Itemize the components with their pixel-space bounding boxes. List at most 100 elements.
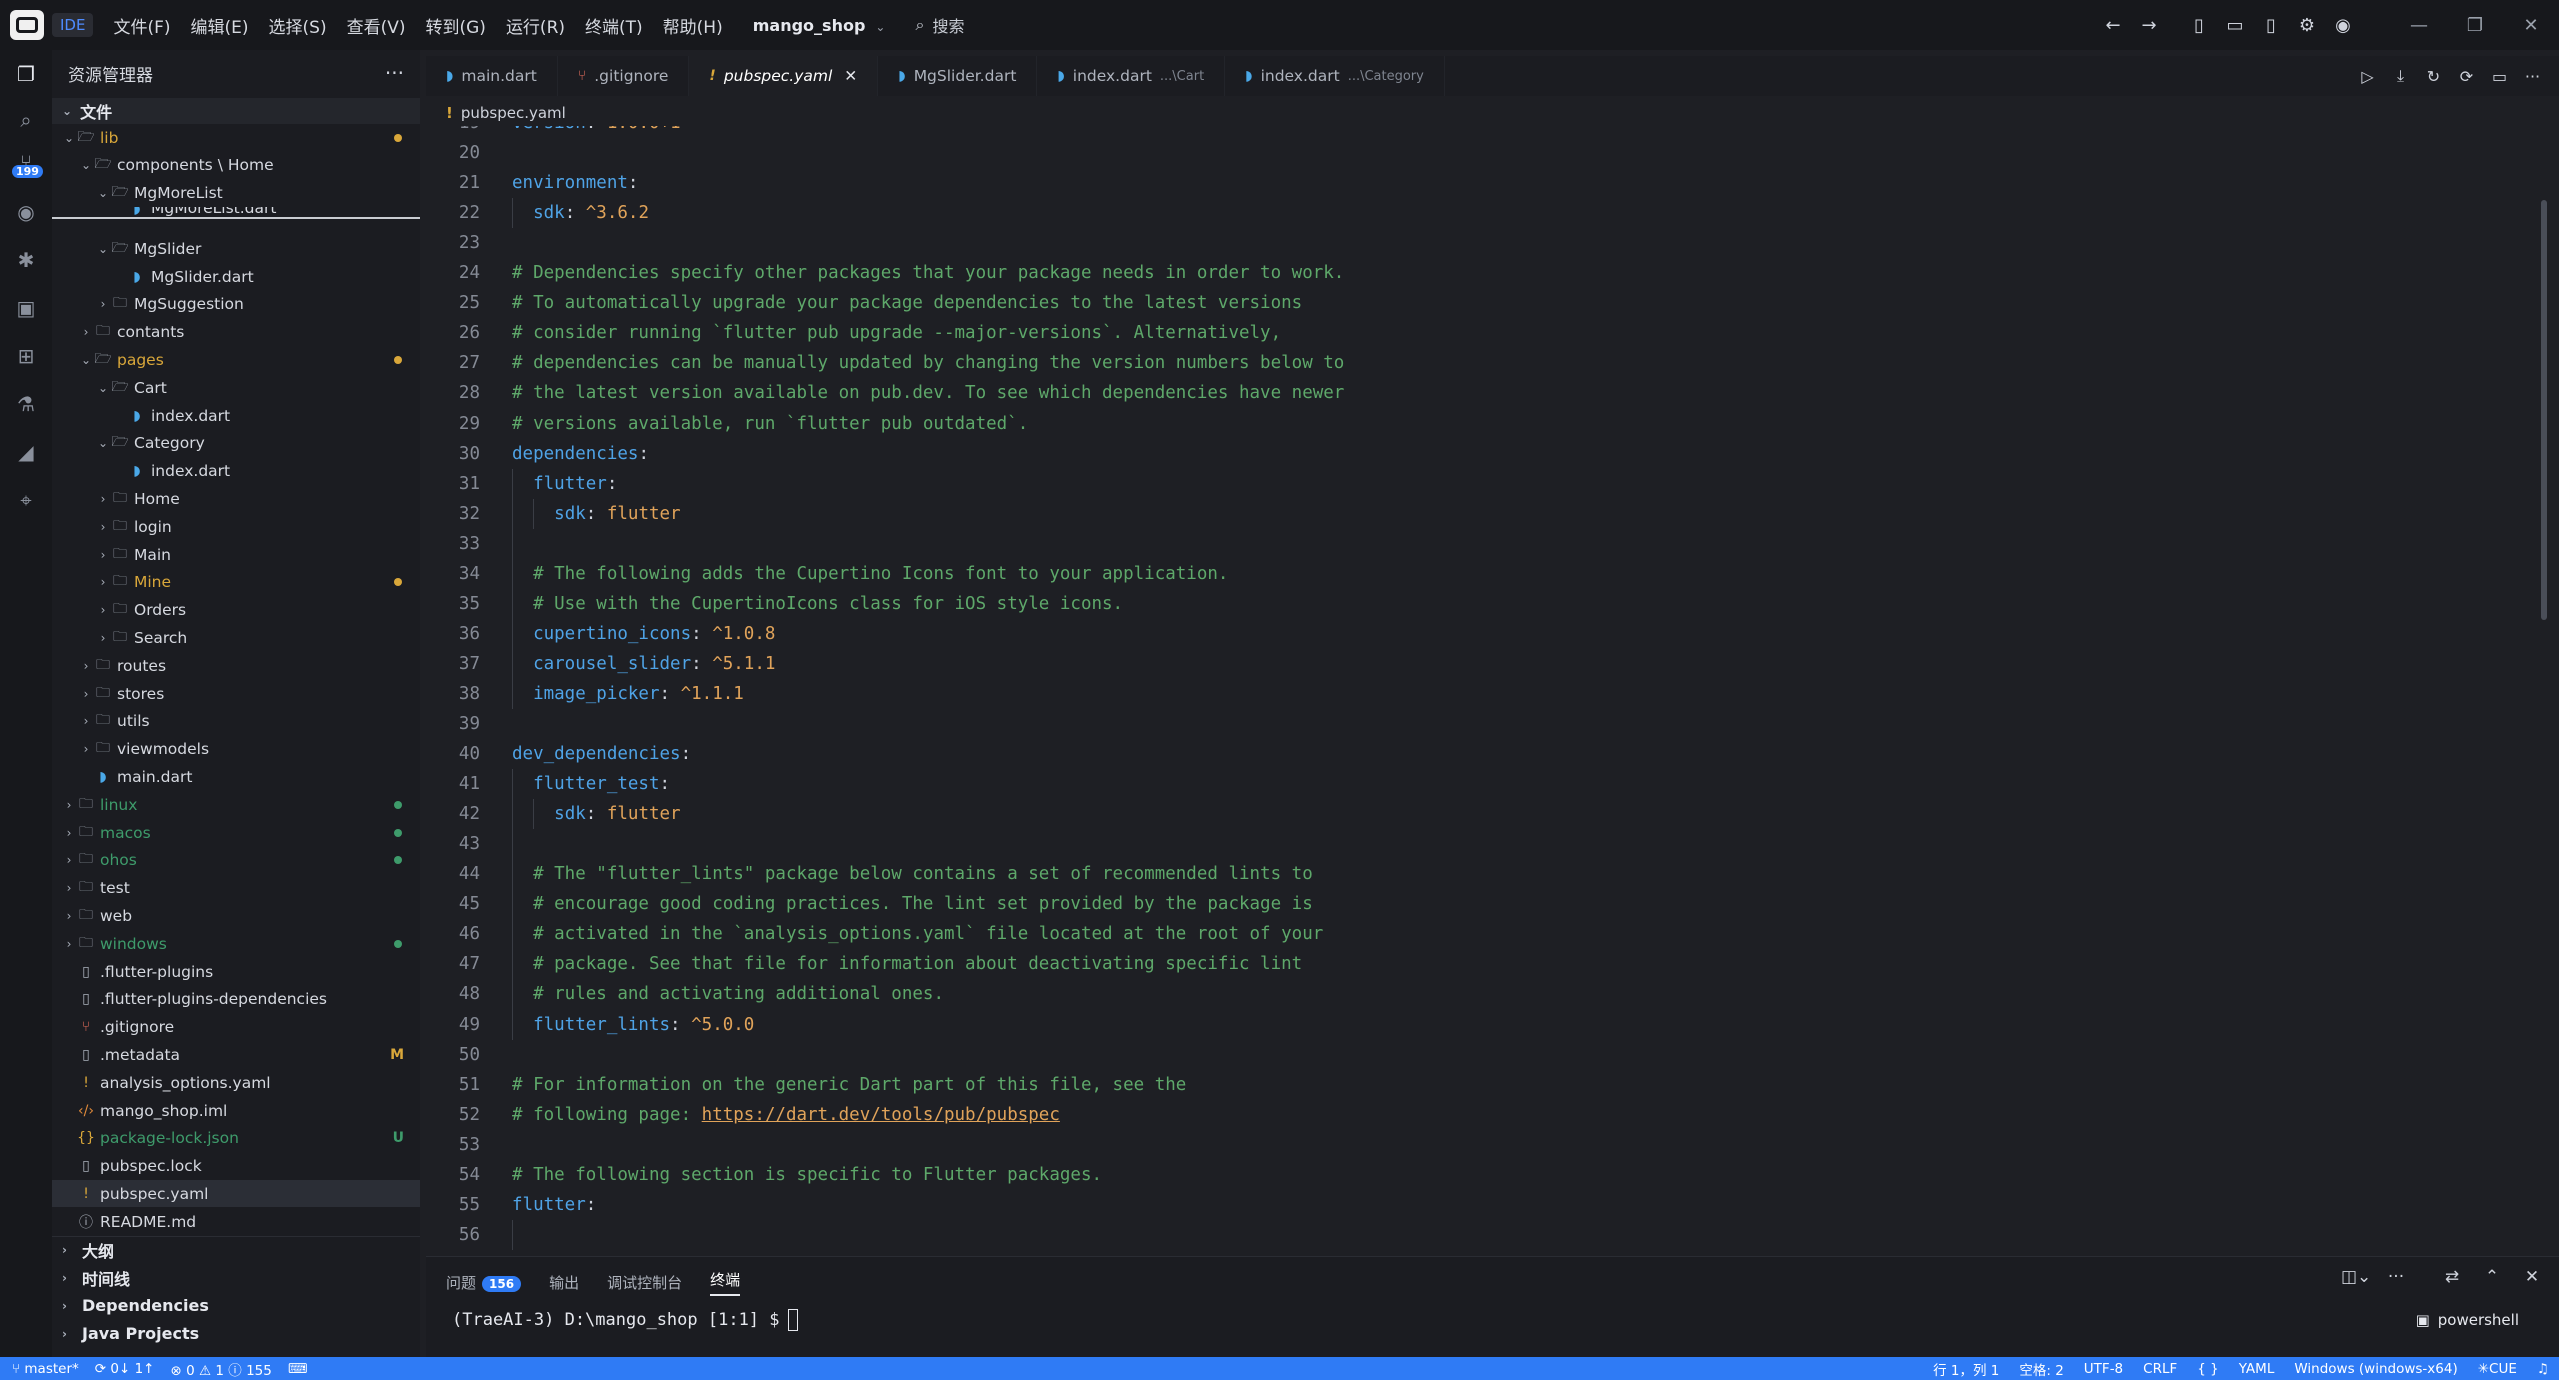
file-tree-item[interactable]: ◗ main.dart <box>52 763 420 790</box>
language-braces[interactable]: { } <box>2197 1361 2218 1377</box>
back-arrow-icon[interactable]: ← <box>2095 15 2131 36</box>
folder-tree-item[interactable]: › 🗀 stores <box>52 680 420 707</box>
remote-monitor-icon[interactable]: ▣ <box>0 288 52 328</box>
notifications-bell-icon[interactable]: ♫ <box>2537 1361 2549 1377</box>
minimize-window-button[interactable]: — <box>2391 15 2447 36</box>
encoding[interactable]: UTF-8 <box>2084 1361 2123 1377</box>
folder-tree-item[interactable]: › 🗀 Home <box>52 485 420 512</box>
file-tree-item[interactable]: ◗ MgMoreList.dart <box>52 207 420 220</box>
run-play-icon[interactable]: ▷ <box>2351 67 2384 86</box>
files-section-header[interactable]: ⌄ 文件 <box>52 98 420 124</box>
sync-indicator[interactable]: ⟳ 0↓ 1↑ <box>95 1361 155 1377</box>
folder-tree-item[interactable]: › 🗀 Main <box>52 541 420 568</box>
terminal-output[interactable]: (TraeAI-3) D:\mango_shop [1:1] $ <box>452 1309 798 1331</box>
menu-item[interactable]: 转到(G) <box>415 13 495 38</box>
more-actions-icon[interactable]: ··· <box>2381 1267 2411 1287</box>
menu-item[interactable]: 选择(S) <box>259 13 337 38</box>
split-editor-icon[interactable]: ▭ <box>2483 67 2516 86</box>
file-tree-item[interactable]: {} package-lock.json U <box>52 1125 420 1152</box>
toggle-secondary-sidebar-icon[interactable]: ▯ <box>2253 15 2289 36</box>
editor-scrollbar[interactable] <box>2541 200 2547 620</box>
file-tree-item[interactable]: ⑂ .gitignore <box>52 1014 420 1041</box>
folder-tree-item[interactable]: ⌄ 🗁 MgSlider <box>52 235 420 262</box>
file-tree-item[interactable]: ▯ .metadata M <box>52 1041 420 1068</box>
folder-tree-item[interactable]: › 🗀 utils <box>52 708 420 735</box>
editor-tab[interactable]: ◗ main.dart <box>426 56 558 96</box>
toggle-panel-icon[interactable]: ▭ <box>2217 15 2253 36</box>
restart-icon[interactable]: ⟳ <box>2450 67 2483 86</box>
folder-tree-item[interactable]: › 🗀 Mine <box>52 569 420 596</box>
file-tree-item[interactable]: ◗ MgSlider.dart <box>52 263 420 290</box>
editor-tab[interactable]: ⑂ .gitignore <box>558 56 690 96</box>
folder-tree-item[interactable]: ⌄ 🗁 Category <box>52 430 420 457</box>
close-panel-icon[interactable]: ✕ <box>2517 1267 2547 1287</box>
sidebar-section-header[interactable]: › Java Projects <box>52 1320 420 1347</box>
sidebar-section-header[interactable]: › 大纲 <box>52 1236 420 1263</box>
cursor-position[interactable]: 行 1，列 1 <box>1933 1359 1999 1379</box>
file-tree-item[interactable]: ! analysis_options.yaml <box>52 1069 420 1096</box>
menu-item[interactable]: 运行(R) <box>496 13 575 38</box>
toggle-primary-sidebar-icon[interactable]: ▯ <box>2181 15 2217 36</box>
sidebar-section-header[interactable]: › 时间线 <box>52 1264 420 1291</box>
folder-tree-item[interactable]: › 🗀 MgSuggestion <box>52 291 420 318</box>
platform-target[interactable]: Windows (windows-x64) <box>2294 1361 2457 1377</box>
debug-bug-icon[interactable]: ✱ <box>0 240 52 280</box>
close-window-button[interactable]: ✕ <box>2503 15 2559 36</box>
folder-tree-item[interactable]: › 🗀 Orders <box>52 597 420 624</box>
code-token[interactable]: https://dart.dev/tools/pub/pubspec <box>702 1105 1060 1125</box>
indentation[interactable]: 空格: 2 <box>2019 1359 2063 1379</box>
file-tree-item[interactable]: ◗ index.dart <box>52 458 420 485</box>
breadcrumb[interactable]: ! pubspec.yaml <box>426 96 2559 130</box>
menu-item[interactable]: 查看(V) <box>337 13 416 38</box>
download-icon[interactable]: ⤓ <box>2384 66 2417 86</box>
problems-indicator[interactable]: ⊗ 0 ⚠ 1 ⓘ 155 <box>170 1359 271 1379</box>
editor-tab[interactable]: ◗ index.dart ...\Category <box>1225 56 1445 96</box>
keyboard-icon[interactable]: ⌨ <box>288 1361 308 1377</box>
folder-tree-item[interactable]: › 🗀 login <box>52 513 420 540</box>
panel-tab[interactable]: 输出 <box>549 1272 579 1293</box>
code-editor[interactable]: 19version: 1.0.0+12021environment:22 sdk… <box>426 126 2546 1256</box>
menu-item[interactable]: 终端(T) <box>575 13 653 38</box>
terminal-layout-icon[interactable]: ◫⌄ <box>2341 1267 2371 1287</box>
folder-tree-item[interactable]: ⌄ 🗁 Cart <box>52 374 420 401</box>
search-activity-icon[interactable]: ⌕ <box>0 100 52 140</box>
terminal-instance[interactable]: ▣ powershell <box>2416 1311 2519 1329</box>
explorer-files-icon[interactable]: ❐ <box>0 54 52 94</box>
branch-indicator[interactable]: ⑂ master* <box>12 1361 79 1377</box>
folder-tree-item[interactable]: › 🗀 linux <box>52 791 420 818</box>
file-tree-item[interactable]: ▯ pubspec.lock <box>52 1153 420 1180</box>
inspect-scan-icon[interactable]: ⌖ <box>0 480 52 520</box>
project-switcher[interactable]: mango_shop ⌄ <box>753 16 886 35</box>
panel-tab[interactable]: 终端 <box>710 1269 741 1296</box>
menu-item[interactable]: 文件(F) <box>103 13 180 38</box>
restore-window-button[interactable]: ❐ <box>2447 15 2503 36</box>
more-actions-icon[interactable]: ··· <box>385 61 404 85</box>
hot-reload-icon[interactable]: ↻ <box>2417 67 2450 86</box>
file-tree-item[interactable]: ⓘ README.md <box>52 1208 420 1235</box>
file-tree-item[interactable]: ▯ .flutter-plugins <box>52 958 420 985</box>
folder-tree-item[interactable]: ⌄ 🗁 MgMoreList <box>52 180 420 207</box>
folder-tree-item[interactable]: › 🗀 Search <box>52 624 420 651</box>
file-tree-item[interactable]: ◗ index.dart <box>52 402 420 429</box>
editor-tab[interactable]: ◗ index.dart ...\Cart <box>1037 56 1226 96</box>
flutter-icon[interactable]: ◢ <box>0 432 52 472</box>
settings-gear-icon[interactable]: ⚙ <box>2289 15 2325 36</box>
maximize-panel-icon[interactable]: ⌃ <box>2477 1267 2507 1287</box>
folder-tree-item[interactable]: › 🗀 viewmodels <box>52 736 420 763</box>
file-tree-item[interactable]: ! pubspec.yaml <box>52 1180 420 1208</box>
testing-flask-icon[interactable]: ⚗ <box>0 384 52 424</box>
cue-indicator[interactable]: ✳CUE <box>2478 1361 2517 1377</box>
forward-arrow-icon[interactable]: → <box>2131 15 2167 36</box>
account-icon[interactable]: ◉ <box>2325 15 2361 36</box>
folder-tree-item[interactable]: › 🗀 test <box>52 875 420 902</box>
folder-tree-item[interactable]: ⌄ 🗁 pages <box>52 346 420 373</box>
file-tree-item[interactable]: ‹/› mango_shop.iml <box>52 1097 420 1124</box>
folder-tree-item[interactable]: ⌄ 🗁 components \ Home <box>52 152 420 179</box>
more-actions-icon[interactable]: ··· <box>2516 67 2549 86</box>
ide-badge[interactable]: IDE <box>52 13 94 37</box>
panel-tab[interactable]: 问题 156 <box>446 1272 522 1293</box>
source-control-icon[interactable]: ⑂ 199 <box>0 142 52 182</box>
menu-item[interactable]: 帮助(H) <box>653 13 733 38</box>
panel-tab[interactable]: 调试控制台 <box>607 1272 682 1293</box>
preview-eye-icon[interactable]: ◉ <box>0 192 52 232</box>
